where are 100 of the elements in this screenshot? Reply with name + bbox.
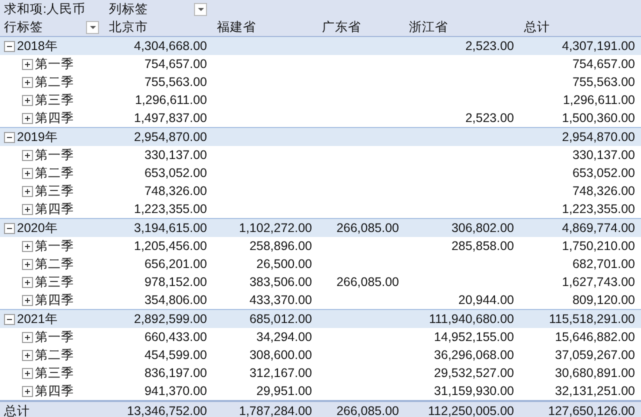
value-cell: 660,433.00 <box>144 330 207 344</box>
column-labels-header: 列标签 <box>109 1 148 17</box>
expand-icon[interactable] <box>22 168 33 178</box>
value-cell: 36,296,068.00 <box>434 348 514 362</box>
row-label: 第三季 <box>35 92 74 108</box>
expand-icon[interactable] <box>22 204 33 214</box>
collapse-icon[interactable] <box>4 222 15 234</box>
value-cell: 978,152.00 <box>144 275 207 289</box>
value-cell: 32,131,251.00 <box>555 384 635 398</box>
value-cell: 1,497,837.00 <box>134 111 207 125</box>
expand-icon[interactable] <box>22 150 33 160</box>
value-cell: 29,951.00 <box>256 384 312 398</box>
value-cell: 2,892,599.00 <box>134 312 207 326</box>
row-label: 第一季 <box>35 329 74 345</box>
value-cell: 266,085.00 <box>336 221 399 235</box>
value-cell: 330,137.00 <box>144 148 207 162</box>
value-cell: 656,201.00 <box>144 257 207 271</box>
expand-icon[interactable] <box>22 276 33 288</box>
grand-total-label: 总计 <box>4 403 30 417</box>
value-cell: 809,120.00 <box>572 293 635 307</box>
value-cell: 29,532,527.00 <box>434 366 514 380</box>
expand-icon[interactable] <box>22 94 33 106</box>
column-header: 浙江省 <box>409 20 448 34</box>
value-cell: 20,944.00 <box>458 293 514 307</box>
expand-icon[interactable] <box>22 240 33 252</box>
value-cell: 15,646,882.00 <box>555 330 635 344</box>
expand-icon[interactable] <box>22 350 33 360</box>
value-cell: 115,518,291.00 <box>549 312 635 326</box>
value-cell: 30,680,891.00 <box>555 366 635 380</box>
value-cell: 1,296,611.00 <box>562 93 635 107</box>
filter-dropdown-button[interactable] <box>86 20 99 34</box>
value-cell: 4,869,774.00 <box>562 221 635 235</box>
collapse-icon[interactable] <box>4 40 15 52</box>
collapse-icon[interactable] <box>4 132 15 142</box>
value-cell: 454,599.00 <box>144 348 207 362</box>
column-header: 福建省 <box>217 20 256 34</box>
value-cell: 754,657.00 <box>144 57 207 71</box>
value-cell: 383,506.00 <box>249 275 312 289</box>
value-cell: 4,307,191.00 <box>562 39 635 53</box>
value-cell: 1,296,611.00 <box>134 93 207 107</box>
value-cell: 31,159,930.00 <box>434 384 514 398</box>
expand-icon[interactable] <box>22 332 33 342</box>
value-cell: 285,858.00 <box>451 239 514 253</box>
value-cell: 111,940,680.00 <box>428 312 514 326</box>
row-label: 第三季 <box>35 274 74 290</box>
row-label: 第一季 <box>35 147 74 163</box>
group-label: 2020年 <box>17 220 58 236</box>
expand-icon[interactable] <box>22 76 33 88</box>
value-cell: 13,346,752.00 <box>127 404 207 417</box>
row-label: 第三季 <box>35 183 74 199</box>
value-cell: 14,952,155.00 <box>434 330 514 344</box>
value-cell: 1,500,360.00 <box>562 111 635 125</box>
row-label: 第二季 <box>35 347 74 363</box>
row-label: 第二季 <box>35 256 74 272</box>
value-cell: 2,954,870.00 <box>134 130 207 144</box>
row-label: 第一季 <box>35 238 74 254</box>
value-cell: 1,750,210.00 <box>562 239 635 253</box>
expand-icon[interactable] <box>22 386 33 396</box>
value-cell: 258,896.00 <box>249 239 312 253</box>
value-cell: 112,250,005.00 <box>428 404 514 417</box>
value-cell: 312,167.00 <box>249 366 312 380</box>
value-cell: 266,085.00 <box>336 404 399 417</box>
group-label: 2018年 <box>17 38 58 54</box>
value-cell: 1,627,743.00 <box>562 275 635 289</box>
value-cell: 330,137.00 <box>572 148 635 162</box>
expand-icon[interactable] <box>22 186 33 196</box>
expand-icon[interactable] <box>22 58 33 70</box>
row-label: 第四季 <box>35 292 74 308</box>
value-cell: 1,223,355.00 <box>562 202 635 216</box>
value-cell: 1,102,272.00 <box>239 221 312 235</box>
row-label: 第四季 <box>35 201 74 217</box>
row-labels-header: 行标签 <box>4 19 43 35</box>
value-cell: 653,052.00 <box>144 166 207 180</box>
value-cell: 354,806.00 <box>144 293 207 307</box>
row-label: 第二季 <box>35 74 74 90</box>
value-cell: 2,523.00 <box>465 39 514 53</box>
group-label: 2019年 <box>17 129 58 145</box>
row-label: 第四季 <box>35 110 74 126</box>
value-cell: 433,370.00 <box>249 293 312 307</box>
value-cell: 755,563.00 <box>144 75 207 89</box>
value-cell: 2,954,870.00 <box>562 130 635 144</box>
filter-dropdown-button[interactable] <box>194 2 207 16</box>
value-cell: 1,787,284.00 <box>239 404 312 417</box>
value-cell: 306,802.00 <box>451 221 514 235</box>
expand-icon[interactable] <box>22 294 33 306</box>
collapse-icon[interactable] <box>4 314 15 324</box>
expand-icon[interactable] <box>22 258 33 270</box>
value-cell: 1,223,355.00 <box>134 202 207 216</box>
value-cell: 754,657.00 <box>572 57 635 71</box>
column-header: 广东省 <box>322 20 361 34</box>
value-cell: 682,701.00 <box>572 257 635 271</box>
column-header: 北京市 <box>109 20 148 34</box>
value-cell: 26,500.00 <box>256 257 312 271</box>
value-cell: 748,326.00 <box>144 184 207 198</box>
row-label: 第一季 <box>35 56 74 72</box>
value-cell: 266,085.00 <box>336 275 399 289</box>
expand-icon[interactable] <box>22 368 33 378</box>
expand-icon[interactable] <box>22 112 33 124</box>
column-header: 总计 <box>524 20 550 34</box>
value-cell: 34,294.00 <box>256 330 312 344</box>
